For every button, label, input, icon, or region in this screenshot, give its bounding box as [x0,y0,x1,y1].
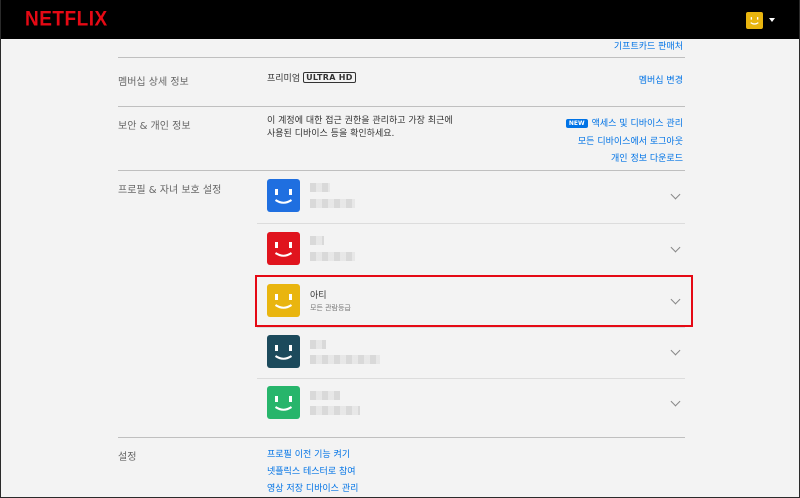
settings-section-label: 설정 [118,452,137,463]
profile-maturity-rating: 모든 관람등급 [310,304,351,312]
redacted-profile-name [310,183,330,192]
profile-row[interactable] [257,379,691,427]
caret-down-icon[interactable] [769,18,775,22]
redacted-profile-name [310,236,324,245]
netflix-logo[interactable]: NETFLIX [25,8,108,33]
sign-out-all-devices-link[interactable]: 모든 디바이스에서 로그아웃 [578,134,683,147]
smiley-avatar-icon [267,386,300,419]
ultra-hd-badge: ULTRA HD [303,72,356,83]
account-avatar-icon[interactable] [746,12,763,29]
row-divider [257,223,685,224]
smiley-avatar-icon [267,335,300,368]
profile-row[interactable] [257,172,691,220]
section-divider [118,57,685,58]
test-participation-link[interactable]: 넷플릭스 테스터로 참여 [267,464,356,477]
profile-name: 아티 [310,291,327,301]
redacted-profile-name [310,391,340,400]
redacted-profile-rating [310,406,360,415]
manage-access-devices-link[interactable]: NEW 액세스 및 디바이스 관리 [565,116,683,129]
profile-transfer-link[interactable]: 프로필 이전 기능 켜기 [267,447,350,460]
profile-row-selected[interactable]: 아티 모든 관람등급 [255,275,693,327]
redacted-profile-rating [310,355,380,364]
security-description-line1: 이 계정에 대한 접근 권한을 관리하고 가장 최근에 [267,116,453,126]
download-personal-info-link[interactable]: 개인 정보 다운로드 [611,151,683,164]
chevron-down-icon[interactable] [670,396,681,407]
new-badge: NEW [565,119,588,128]
section-divider [118,106,685,107]
change-membership-link[interactable]: 멤버십 변경 [639,73,683,86]
profile-row[interactable] [257,225,691,273]
row-divider [257,275,685,276]
chevron-down-icon[interactable] [670,294,681,305]
account-page: NETFLIX 기프트카드 판매처 멤버십 상세 정보 프리미엄 ULTRA HD… [0,0,800,498]
chevron-down-icon[interactable] [670,242,681,253]
profiles-section-label: 프로필 & 자녀 보호 설정 [118,185,222,196]
section-divider [118,170,685,171]
top-navigation-bar: NETFLIX [1,0,799,39]
membership-section-label: 멤버십 상세 정보 [118,77,189,88]
smiley-avatar-icon [267,284,300,317]
smiley-avatar-icon [267,179,300,212]
download-devices-link[interactable]: 영상 저장 디바이스 관리 [267,481,358,494]
profile-row[interactable] [257,328,691,376]
plan-name: 프리미엄 [267,74,301,84]
security-section-label: 보안 & 개인 정보 [118,121,191,132]
security-description-line2: 사용된 디바이스 등을 확인하세요. [267,129,395,139]
gift-card-sales-link[interactable]: 기프트카드 판매처 [614,39,683,52]
chevron-down-icon[interactable] [670,189,681,200]
redacted-profile-rating [310,252,355,261]
section-divider [118,437,685,438]
smiley-avatar-icon [267,232,300,265]
plan-info: 프리미엄 ULTRA HD [267,72,356,86]
redacted-profile-rating [310,199,355,208]
redacted-profile-name [310,340,326,349]
chevron-down-icon[interactable] [670,345,681,356]
